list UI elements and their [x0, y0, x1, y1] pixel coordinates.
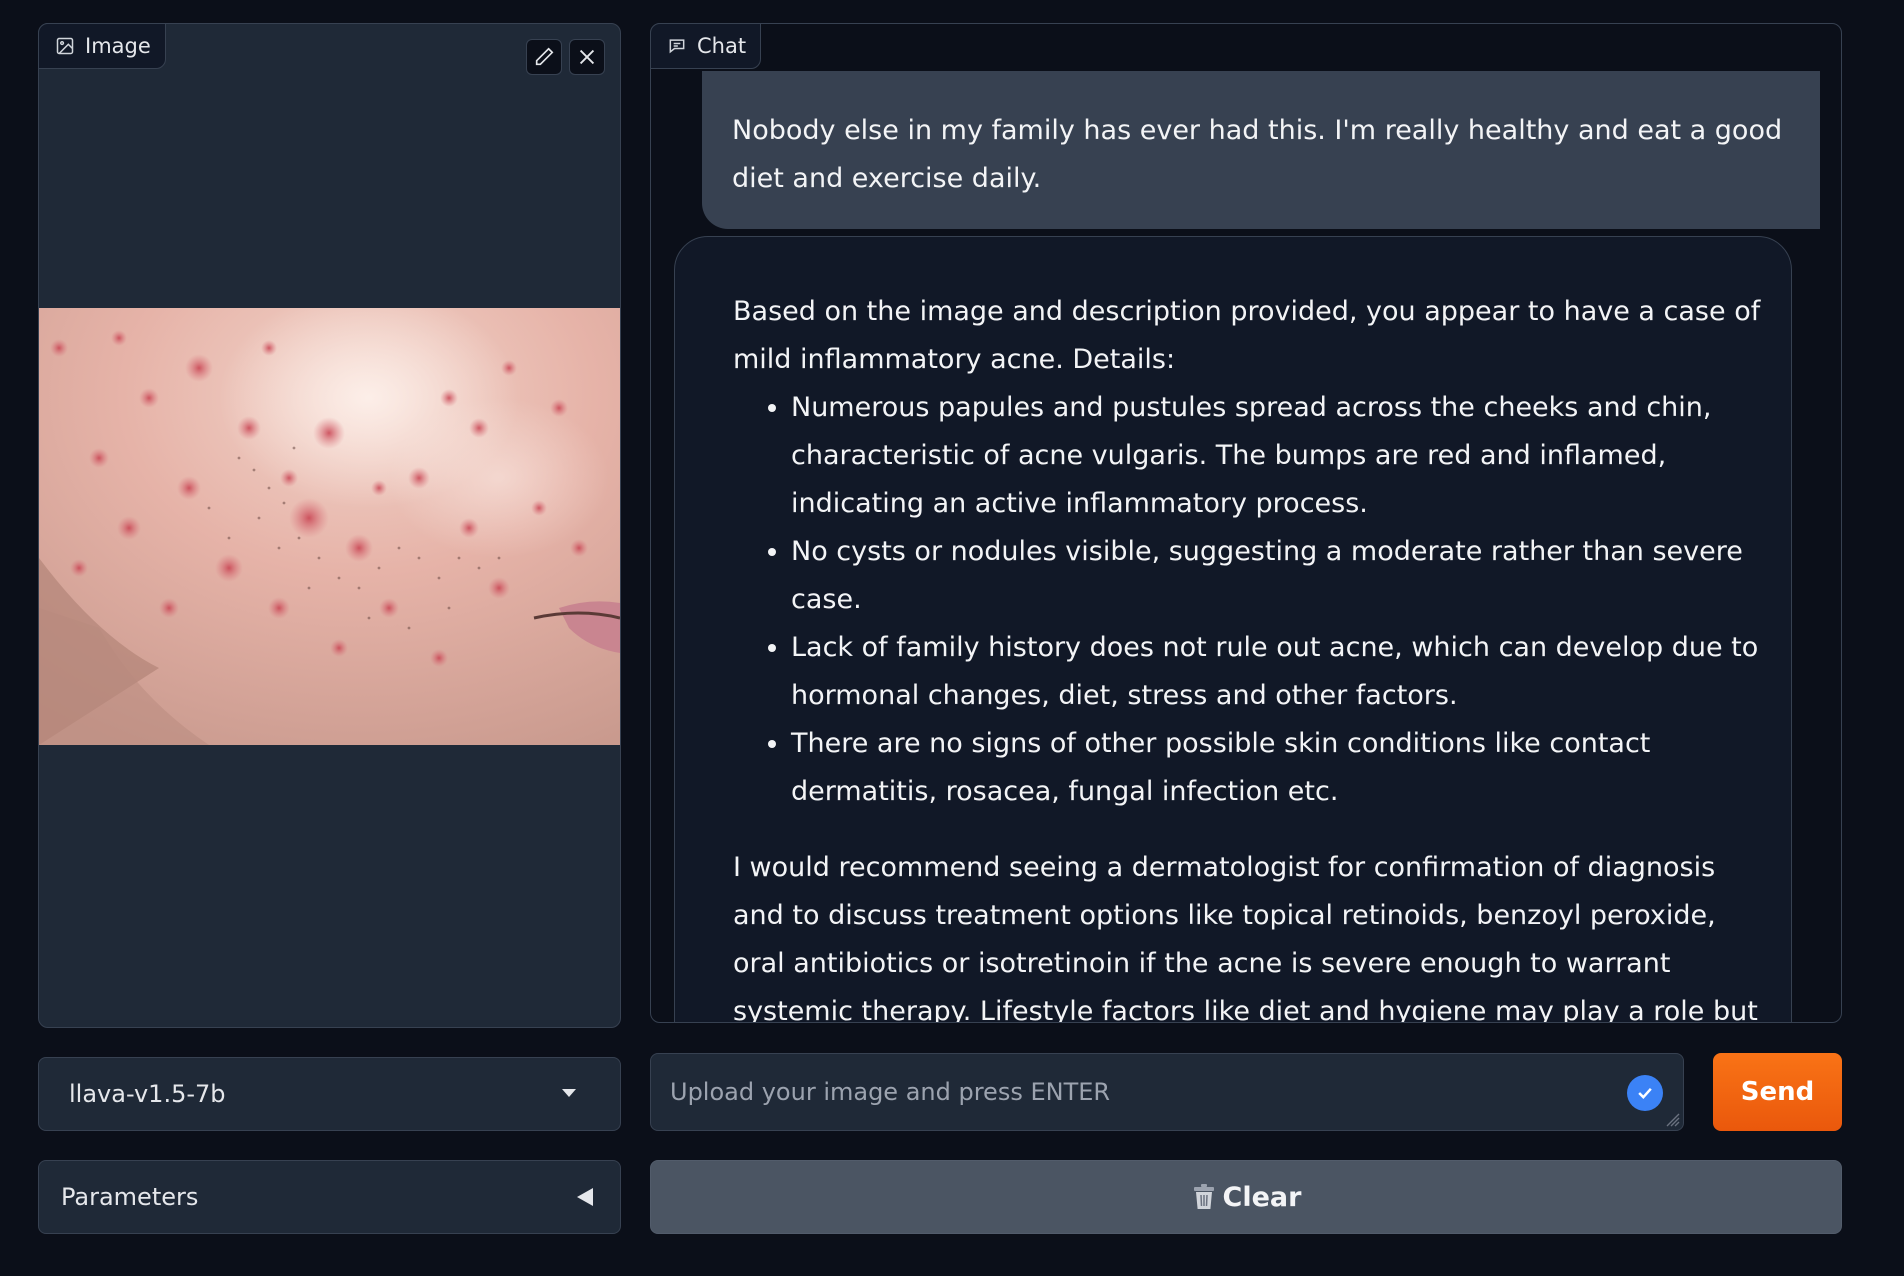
trash-icon — [1193, 1184, 1214, 1209]
user-message: Nobody else in my family has ever had th… — [702, 71, 1820, 229]
clear-button[interactable]: Clear — [650, 1160, 1842, 1234]
assistant-bullet: No cysts or nodules visible, suggesting … — [791, 528, 1761, 624]
edit-image-button[interactable] — [526, 39, 562, 75]
chat-icon — [669, 39, 685, 54]
user-message-text: Nobody else in my family has ever had th… — [732, 115, 1783, 194]
assistant-bullet: Numerous papules and pustules spread acr… — [791, 384, 1761, 528]
image-tab-label: Image — [85, 34, 151, 58]
clear-button-label: Clear — [1222, 1181, 1302, 1213]
parameters-label: Parameters — [61, 1183, 199, 1211]
send-button[interactable]: Send — [1713, 1053, 1842, 1131]
model-dropdown[interactable]: llava-v1.5-7b — [38, 1057, 621, 1131]
image-icon — [56, 37, 74, 55]
assistant-bullet-list: Numerous papules and pustules spread acr… — [733, 384, 1761, 816]
assistant-bullet: Lack of family history does not rule out… — [791, 624, 1761, 720]
assistant-message: Based on the image and description provi… — [674, 236, 1792, 1022]
check-icon — [1627, 1075, 1663, 1111]
message-input-placeholder: Upload your image and press ENTER — [670, 1078, 1111, 1106]
image-panel: Image — [38, 23, 621, 1028]
assistant-bullet: There are no signs of other possible ski… — [791, 720, 1761, 816]
remove-image-button[interactable] — [569, 39, 605, 75]
assistant-intro: Based on the image and description provi… — [733, 296, 1761, 375]
image-tab: Image — [38, 23, 166, 69]
chevron-down-icon — [562, 1089, 576, 1097]
assistant-recommendation: I would recommend seeing a dermatologist… — [733, 852, 1758, 1022]
parameters-accordion[interactable]: Parameters — [38, 1160, 621, 1234]
resize-grip-icon[interactable] — [1664, 1111, 1680, 1127]
message-input[interactable]: Upload your image and press ENTER — [650, 1053, 1684, 1131]
model-dropdown-value: llava-v1.5-7b — [69, 1080, 226, 1108]
collapse-triangle-icon — [577, 1188, 593, 1206]
close-icon — [579, 49, 595, 65]
chat-tab: Chat — [650, 23, 762, 69]
chat-tab-label: Chat — [697, 34, 747, 58]
pencil-icon — [535, 47, 554, 66]
chat-scroll-area[interactable]: Nobody else in my family has ever had th… — [651, 24, 1841, 1022]
chat-panel: Nobody else in my family has ever had th… — [650, 23, 1842, 1023]
uploaded-skin-photo — [39, 308, 620, 745]
